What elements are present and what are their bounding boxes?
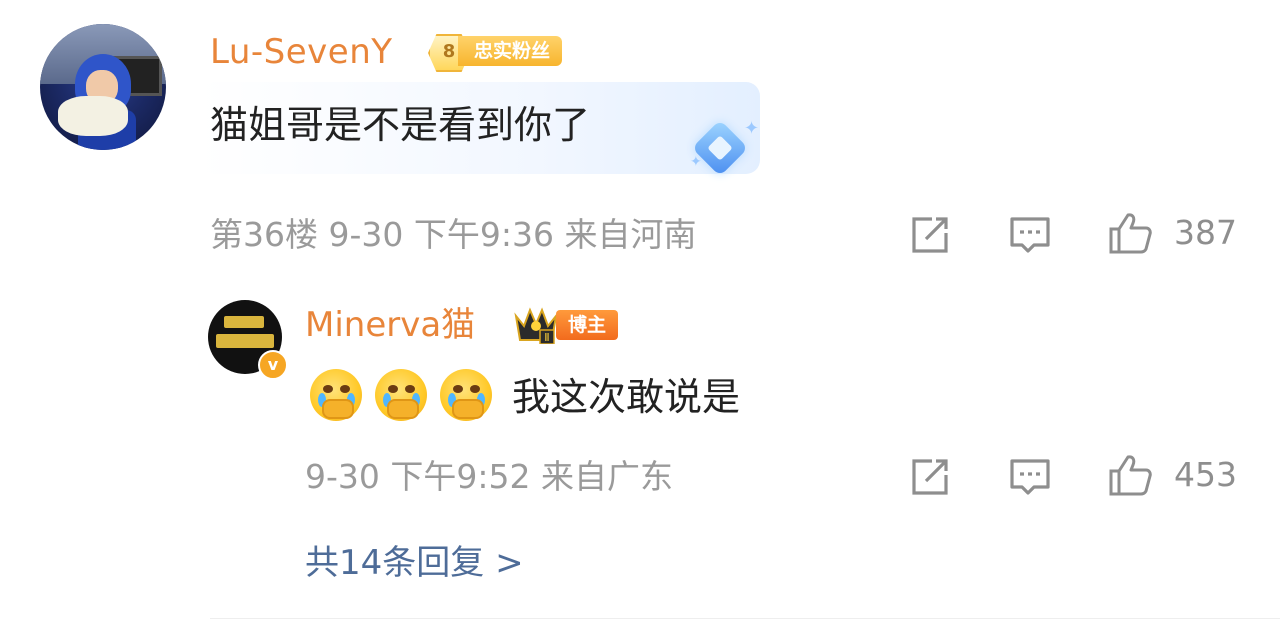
thumbs-up-icon[interactable] (1108, 453, 1152, 497)
divider (210, 618, 1280, 619)
blogger-role-label: 博主 (556, 310, 619, 340)
crying-covering-mouth-emoji-icon (440, 369, 492, 421)
crying-covering-mouth-emoji-icon (310, 369, 362, 421)
commenter-username[interactable]: Lu-SevenY (210, 30, 393, 74)
share-icon[interactable] (908, 213, 952, 257)
like-count: 453 (1174, 455, 1237, 494)
fan-badge-label: 忠实粉丝 (458, 36, 563, 66)
commenter-avatar[interactable] (40, 24, 166, 150)
thumbs-up-icon[interactable] (1108, 211, 1152, 255)
reply-text: 我这次敢说是 (512, 375, 741, 419)
like-count: 387 (1174, 213, 1237, 252)
crown-icon: Ⅱ (514, 307, 558, 344)
crying-covering-mouth-emoji-icon (375, 369, 427, 421)
svg-text:Ⅱ: Ⅱ (544, 331, 549, 344)
reply-username[interactable]: Minerva猫 (305, 302, 475, 348)
verified-badge-icon: v (258, 350, 288, 380)
comment-icon[interactable] (1008, 455, 1052, 499)
view-more-replies-link[interactable]: 共14条回复 > (305, 540, 524, 586)
comment-meta: 第36楼 9-30 下午9:36 来自河南 (210, 215, 697, 254)
comment-text: 猫姐哥是不是看到你了 (210, 103, 591, 147)
sparkle-star-icon: ✦ (690, 154, 702, 170)
reply-meta: 9-30 下午9:52 来自广东 (305, 457, 673, 496)
comment-icon[interactable] (1008, 213, 1052, 257)
sparkle-star-icon: ✦ (744, 118, 760, 139)
share-icon[interactable] (908, 455, 952, 499)
